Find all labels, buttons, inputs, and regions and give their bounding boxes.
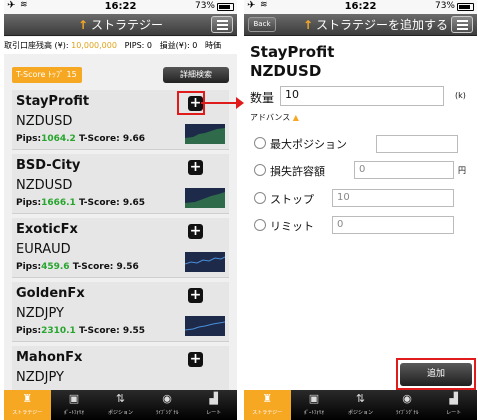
max-position-radio[interactable] [254,137,266,149]
strategy-stats: Pips:1666.1 T-Score: 9.65 [16,198,146,208]
strategy-icon: ♜ [22,392,33,405]
logo-icon: ↑ [302,18,314,32]
stop-input[interactable]: 10 [332,189,454,207]
status-bar: ✈ ≋ 16:22 73% [4,0,237,14]
performance-sparkline [185,252,225,272]
battery-icon [217,3,234,11]
add-strategy-icon[interactable]: + [188,288,203,303]
strategy-pair: NZDJPY [16,306,64,321]
performance-sparkline [185,316,225,336]
live-signal-icon: ◉ [162,392,172,405]
tab-position[interactable]: ⇅ ポジション [97,390,144,420]
tscore-top15-label: T-Score ﾄｯﾌﾟ 15 [12,67,82,83]
tab-rate[interactable]: ▟ レート [190,390,237,420]
tab-bar: ♜ ストラテジー ▣ ﾎﾟｰﾄﾌｫﾘｵ ⇅ ポジション ◉ ﾗｲﾌﾞｼｸﾞﾅﾙ ▟ レート [244,390,477,420]
strategy-card[interactable]: ExoticFx EURAUD Pips:459.6 T-Score: 9.56… [12,218,229,278]
battery-percent: 73% [194,1,215,11]
stop-radio[interactable] [254,192,266,204]
strategy-name: StayProfit [250,43,335,61]
strategy-name: StayProfit [16,94,90,109]
strategy-name: ExoticFx [16,222,78,237]
live-signal-icon: ◉ [402,392,412,405]
header-bar: ↑ ストラテジー [4,14,237,36]
strategy-list-screen: ✈ ≋ 16:22 73% ↑ ストラテジー 取引口座残高 (¥): 10,000… [4,0,237,420]
tab-strategy[interactable]: ♜ ストラテジー [4,390,51,420]
loss-tolerance-unit: 円 [458,166,466,175]
loss-tolerance-radio[interactable] [254,164,266,176]
advanced-toggle[interactable]: アドバンス ▲ [250,112,299,123]
tab-live-signal[interactable]: ◉ ﾗｲﾌﾞｼｸﾞﾅﾙ [144,390,191,420]
max-position-label: 最大ポジション [270,138,347,151]
limit-input[interactable]: 0 [332,216,454,234]
tab-portfolio[interactable]: ▣ ﾎﾟｰﾄﾌｫﾘｵ [291,390,338,420]
add-strategy-icon[interactable]: + [188,160,203,175]
battery-percent: 73% [434,1,455,11]
strategy-name: MahonFx [16,350,83,365]
position-icon: ⇅ [115,392,126,405]
menu-button[interactable] [451,16,473,33]
strategy-icon: ♜ [262,392,273,405]
tab-strategy[interactable]: ♜ ストラテジー [244,390,291,420]
page-title: ↑ ストラテジーを追加する [302,18,449,32]
stop-label: ストップ [270,193,314,206]
strategy-card[interactable]: BSD-City NZDUSD Pips:1666.1 T-Score: 9.6… [12,154,229,214]
rate-icon: ▟ [449,392,458,405]
quantity-unit: (k) [455,91,466,100]
loss-tolerance-label: 損失許容額 [270,165,325,178]
limit-radio[interactable] [254,219,266,231]
menu-button[interactable] [211,16,233,33]
add-strategy-screen: ✈ ≋ 16:22 73% Back ↑ ストラテジーを追加する StayProf… [244,0,477,420]
tab-rate[interactable]: ▟ レート [430,390,477,420]
strategy-card[interactable]: GoldenFx NZDJPY Pips:2310.1 T-Score: 9.5… [12,282,229,342]
tab-position[interactable]: ⇅ ポジション [337,390,384,420]
max-position-input[interactable] [376,135,458,153]
strategy-pair: EURAUD [16,242,71,257]
performance-sparkline [185,188,225,208]
performance-sparkline [185,124,225,144]
strategy-stats: Pips:1064.2 T-Score: 9.66 [16,134,146,144]
strategy-pair: NZDUSD [16,114,73,129]
strategy-pair: NZDUSD [250,62,322,80]
add-button-highlight [396,358,476,390]
strategy-name: GoldenFx [16,286,85,301]
connector-arrow [201,102,241,104]
page-title: ↑ ストラテジー [77,18,164,32]
add-strategy-icon[interactable]: + [188,352,203,367]
strategy-pair: NZDUSD [16,178,73,193]
tab-portfolio[interactable]: ▣ ﾎﾟｰﾄﾌｫﾘｵ [51,390,98,420]
caret-up-icon: ▲ [292,113,299,122]
quantity-input[interactable]: 10 [280,86,444,106]
header-bar: Back ↑ ストラテジーを追加する [244,14,477,36]
logo-icon: ↑ [77,18,89,32]
connector-arrowhead [236,97,244,109]
tab-live-signal[interactable]: ◉ ﾗｲﾌﾞｼｸﾞﾅﾙ [384,390,431,420]
status-bar: ✈ ≋ 16:22 73% [244,0,477,14]
back-button[interactable]: Back [248,17,276,32]
account-ticker: 取引口座残高 (¥): 10,000,000 PIPS: 0 損益(¥): 0 … [4,37,237,54]
strategy-stats: Pips:2310.1 T-Score: 9.55 [16,326,146,336]
strategy-name: BSD-City [16,158,81,173]
portfolio-icon: ▣ [68,392,80,405]
strategy-pair: NZDJPY [16,370,64,385]
strategy-stats: Pips:459.6 T-Score: 9.56 [16,262,139,272]
tab-bar: ♜ ストラテジー ▣ ﾎﾟｰﾄﾌｫﾘｵ ⇅ ポジション ◉ ﾗｲﾌﾞｼｸﾞﾅﾙ ▟ レート [4,390,237,420]
limit-label: リミット [270,220,314,233]
loss-tolerance-input[interactable]: 0 [354,161,454,179]
list-header: T-Score ﾄｯﾌﾟ 15 詳細検索 [12,66,229,86]
portfolio-icon: ▣ [308,392,320,405]
quantity-label: 数量 [250,91,275,105]
rate-icon: ▟ [209,392,218,405]
detail-search-button[interactable]: 詳細検索 [163,67,229,83]
position-icon: ⇅ [355,392,366,405]
battery-icon [457,3,474,11]
add-strategy-icon[interactable]: + [188,224,203,239]
